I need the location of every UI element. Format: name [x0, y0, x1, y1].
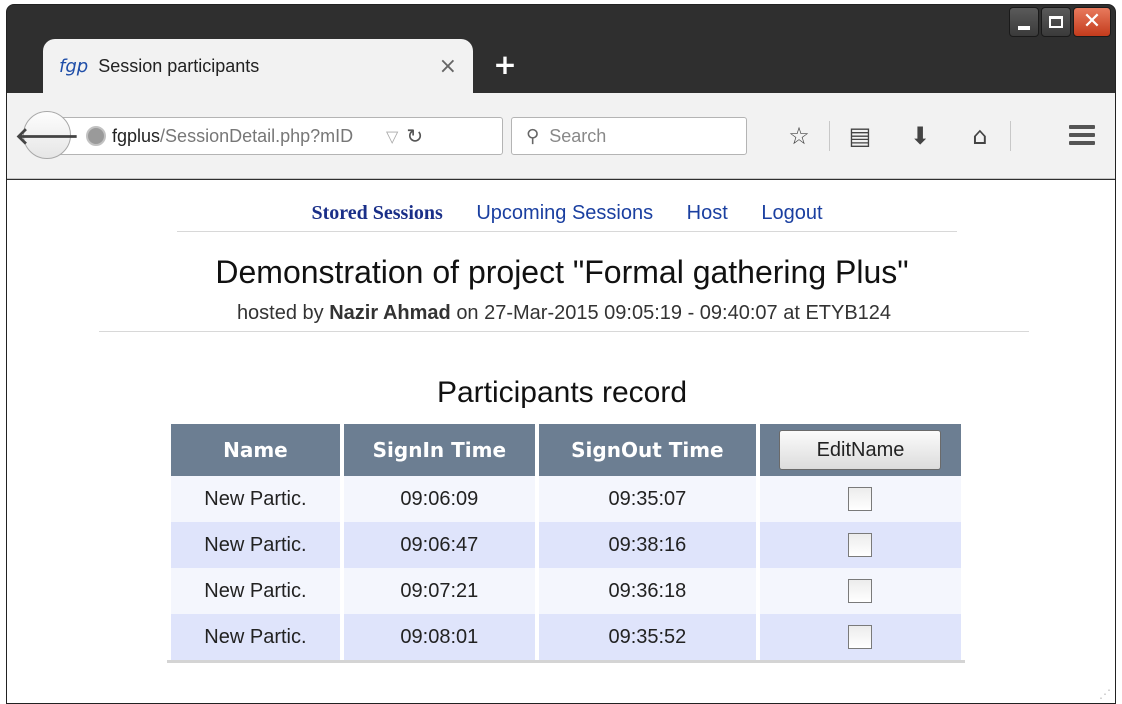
window-controls: ✕ [1009, 7, 1111, 37]
search-placeholder: Search [549, 125, 607, 146]
search-input[interactable]: ⚲ Search [511, 117, 747, 155]
edit-checkbox[interactable] [848, 487, 873, 511]
tab-close-icon[interactable]: × [439, 54, 457, 79]
navigation-bar: 🡐 fgplus/SessionDetail.php?mID ▽ ↻ ⚲ Sea… [7, 93, 1115, 179]
signin-time: 09:06:47 [343, 522, 535, 568]
signin-time: 09:08:01 [343, 614, 535, 660]
url-bar[interactable]: fgplus/SessionDetail.php?mID ▽ ↻ [57, 117, 503, 155]
signin-time: 09:06:09 [343, 476, 535, 522]
home-icon[interactable]: ⌂ [950, 122, 1010, 150]
signin-time: 09:07:21 [343, 568, 535, 614]
signout-time: 09:38:16 [538, 522, 756, 568]
url-path: /SessionDetail.php?mID [160, 125, 354, 146]
reload-icon[interactable]: ↻ [406, 124, 423, 148]
favicon: fgp [59, 55, 89, 77]
maximize-icon [1049, 16, 1063, 28]
resize-grip-icon[interactable]: ⋰ [1099, 687, 1111, 701]
table-row: New Partic. 09:08:01 09:35:52 [171, 614, 961, 660]
signout-time: 09:36:18 [538, 568, 756, 614]
column-header-name: Name [171, 424, 340, 476]
session-details: on 27-Mar-2015 09:05:19 - 09:40:07 at ET… [456, 302, 892, 324]
page-content: Stored Sessions Upcoming Sessions Host L… [7, 180, 1115, 703]
nav-upcoming-sessions[interactable]: Upcoming Sessions [476, 202, 653, 224]
nav-stored-sessions[interactable]: Stored Sessions [311, 202, 442, 224]
column-header-edit: EditName [759, 424, 961, 476]
edit-checkbox[interactable] [848, 533, 873, 557]
download-icon[interactable]: ⬇ [890, 122, 950, 150]
edit-checkbox[interactable] [848, 625, 873, 649]
reading-list-icon[interactable]: ▤ [830, 122, 890, 150]
signout-time: 09:35:07 [538, 476, 756, 522]
hosted-by-label: hosted by [236, 302, 324, 324]
tab-session-participants[interactable]: fgp Session participants × [43, 39, 473, 93]
minimize-button[interactable] [1009, 7, 1039, 37]
globe-icon [86, 126, 106, 146]
participant-name: New Partic. [171, 568, 340, 614]
edit-checkbox[interactable] [848, 579, 873, 603]
bookmark-star-icon[interactable]: ☆ [769, 122, 829, 150]
nav-logout[interactable]: Logout [761, 202, 822, 224]
table-row: New Partic. 09:06:47 09:38:16 [171, 522, 961, 568]
table-row: New Partic. 09:06:09 09:35:07 [171, 476, 961, 522]
new-tab-button[interactable]: + [493, 51, 517, 79]
browser-window: ✕ fgp Session participants × + 🡐 fgplus/… [6, 4, 1116, 704]
edit-cell [759, 522, 961, 568]
back-arrow-icon: 🡐 [14, 121, 80, 150]
minimize-icon [1018, 26, 1030, 30]
edit-name-button[interactable]: EditName [779, 430, 942, 470]
dropdown-arrow-icon[interactable]: ▽ [386, 127, 398, 146]
tab-title: Session participants [98, 55, 260, 76]
maximize-button[interactable] [1041, 7, 1071, 37]
toolbar-divider [1010, 121, 1011, 151]
participants-record-title: Participants record [436, 376, 688, 409]
participant-name: New Partic. [171, 476, 340, 522]
host-name: Nazir Ahmad [329, 302, 451, 324]
session-title: Demonstration of project "Formal gatheri… [215, 254, 909, 290]
edit-cell [759, 568, 961, 614]
close-window-button[interactable]: ✕ [1073, 7, 1111, 37]
url-text: fgplus/SessionDetail.php?mID [112, 126, 378, 147]
hamburger-menu-icon[interactable] [1069, 125, 1095, 149]
table-row: New Partic. 09:07:21 09:36:18 [171, 568, 961, 614]
column-header-signout: SignOut Time [538, 424, 756, 476]
nav-host[interactable]: Host [687, 202, 728, 224]
participants-table: Name SignIn Time SignOut Time EditName N… [167, 424, 965, 663]
back-button[interactable]: 🡐 [15, 111, 79, 159]
page-navigation: Stored Sessions Upcoming Sessions Host L… [177, 202, 957, 232]
edit-cell [759, 476, 961, 522]
column-header-signin: SignIn Time [343, 424, 535, 476]
participant-name: New Partic. [171, 522, 340, 568]
url-host: fgplus [112, 125, 161, 146]
signout-time: 09:35:52 [538, 614, 756, 660]
participant-name: New Partic. [171, 614, 340, 660]
session-subtitle: hosted by Nazir Ahmad on 27-Mar-2015 09:… [99, 302, 1029, 332]
table-header-row: Name SignIn Time SignOut Time EditName [171, 424, 961, 476]
edit-cell [759, 614, 961, 660]
search-icon: ⚲ [526, 125, 540, 147]
close-icon: ✕ [1082, 9, 1102, 34]
toolbar-icons: ☆ ▤ ⬇ ⌂ [769, 117, 1011, 155]
